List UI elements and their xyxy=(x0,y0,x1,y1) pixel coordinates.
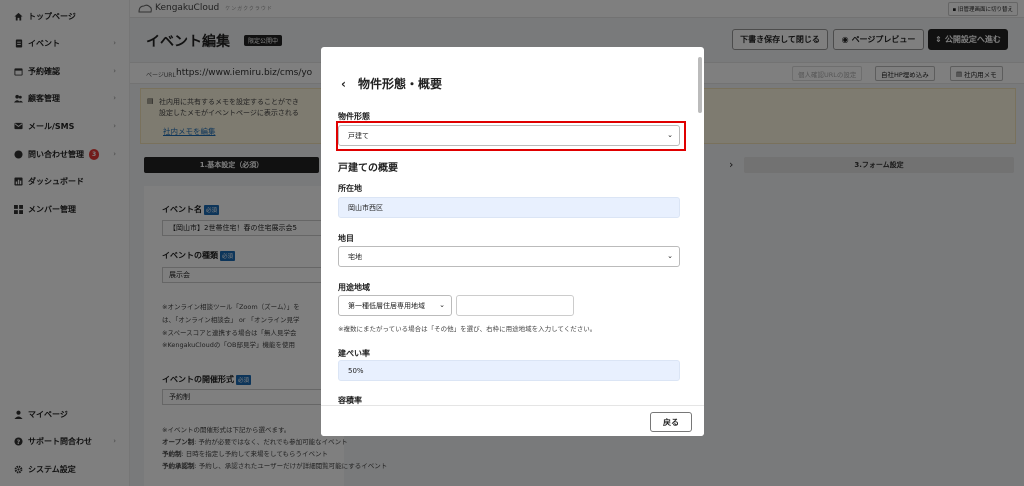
property-type-value: 戸建て xyxy=(348,131,369,140)
back-chevron-icon[interactable]: ‹ xyxy=(341,77,346,91)
coverage-input[interactable]: 50% xyxy=(338,360,680,381)
far-label: 容積率 xyxy=(338,396,362,405)
address-input[interactable]: 岡山市西区 xyxy=(338,197,680,218)
land-category-select[interactable]: 宅地 ⌄ xyxy=(338,246,680,267)
address-label: 所在地 xyxy=(338,184,362,193)
chevron-down-icon: ⌄ xyxy=(439,301,445,309)
modal-header: ‹ 物件形態・概要 xyxy=(341,75,442,92)
coverage-label: 建ぺい率 xyxy=(338,349,370,358)
modal-footer: 戻る xyxy=(321,405,704,436)
modal-title: 物件形態・概要 xyxy=(357,77,442,91)
chevron-down-icon: ⌄ xyxy=(667,252,673,260)
land-category-label: 地目 xyxy=(338,234,354,243)
zoning-other-input[interactable] xyxy=(456,295,574,316)
land-category-value: 宅地 xyxy=(348,252,362,261)
zoning-value: 第一種低層住居専用地域 xyxy=(348,301,425,310)
scrollbar-thumb[interactable] xyxy=(698,57,702,113)
property-type-select[interactable]: 戸建て ⌄ xyxy=(338,125,680,146)
chevron-down-icon: ⌄ xyxy=(667,131,673,139)
section-title: 戸建ての概要 xyxy=(338,163,398,174)
zoning-select[interactable]: 第一種低層住居専用地域 ⌄ xyxy=(338,295,452,316)
back-button[interactable]: 戻る xyxy=(650,412,692,432)
modal-scrollbar[interactable] xyxy=(698,51,702,401)
zoning-note: ※複数にまたがっている場合は「その他」を選び、右枠に用途地域を入力してください。 xyxy=(338,325,597,333)
property-modal: ‹ 物件形態・概要 物件形態 戸建て ⌄ 戸建ての概要 所在地 岡山市西区 地目… xyxy=(321,47,704,436)
modal-body: ‹ 物件形態・概要 物件形態 戸建て ⌄ 戸建ての概要 所在地 岡山市西区 地目… xyxy=(321,47,704,405)
zoning-label: 用途地域 xyxy=(338,283,370,292)
